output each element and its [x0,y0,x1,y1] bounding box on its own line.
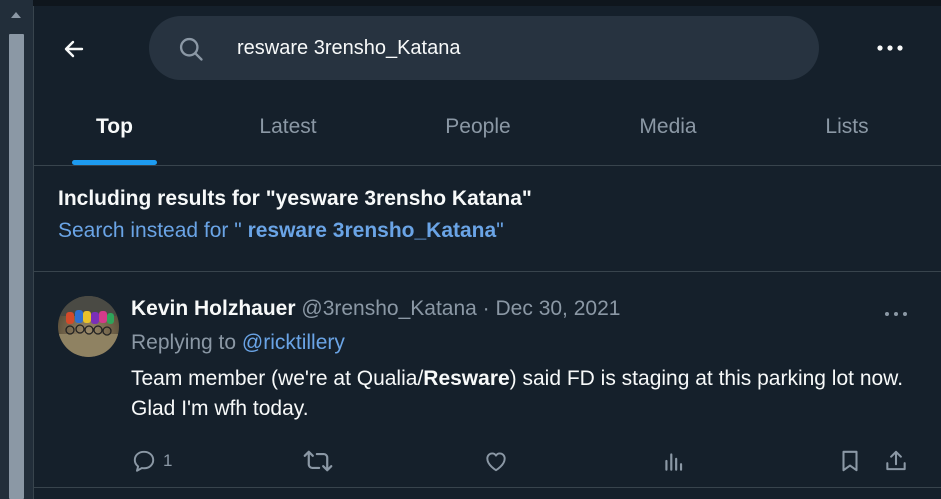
reply-count: 1 [163,451,173,470]
reply-button[interactable]: 1 [131,443,172,479]
active-tab-indicator [72,160,157,165]
scrollbar-thumb[interactable] [9,34,24,499]
tab-lists[interactable]: Lists [761,88,933,166]
tweet-more-button[interactable] [878,301,914,327]
instead-query: resware 3rensho_Katana [247,219,497,242]
bookmark-icon [842,450,858,472]
tab-label: Media [639,115,697,138]
tweet-header: Kevin Holzhauer @3rensho_Katana · Dec 30… [131,297,620,321]
retweet-icon [303,450,333,472]
scroll-up-arrow-icon[interactable] [11,12,21,18]
tweet-divider [34,487,941,488]
tweet-text-part: Team member (we're at Qualia/ [131,367,424,390]
more-horizontal-icon [877,45,903,51]
share-button[interactable] [883,443,909,479]
views-button[interactable] [661,443,687,479]
including-query: "yesware 3rensho Katana" [265,187,532,210]
replying-prefix: Replying to [131,331,242,354]
avatar[interactable] [58,296,119,357]
reply-mention-link[interactable]: @ricktillery [242,331,345,354]
tweet-text-highlight: Resware [423,367,510,390]
share-icon [886,450,906,471]
like-icon [486,452,506,472]
spelling-correction: Including results for "yesware 3rensho K… [34,167,941,272]
tab-people[interactable]: People [381,88,575,166]
tab-label: Lists [825,115,869,138]
tab-top[interactable]: Top [34,88,195,166]
back-button[interactable] [54,29,94,69]
search-instead-link[interactable]: Search instead for " resware 3rensho_Kat… [58,219,504,243]
tab-label: Top [96,115,133,138]
more-horizontal-icon [885,312,907,316]
reply-icon [133,450,155,472]
scrollbar[interactable] [0,0,33,499]
tweet-actions: 1 [131,443,921,479]
instead-suffix: " [496,219,504,242]
tweet-text: Team member (we're at Qualia/Resware) sa… [131,364,911,424]
arrow-left-icon [64,40,84,58]
instead-prefix: Search instead for " [58,219,248,242]
tab-media[interactable]: Media [575,88,761,166]
including-results-text: Including results for "yesware 3rensho K… [58,187,532,211]
tweet[interactable]: Kevin Holzhauer @3rensho_Katana · Dec 30… [34,273,941,499]
search-icon [179,37,203,61]
avatar-image [58,296,119,357]
search-box[interactable] [149,16,819,80]
meta-separator: · [476,297,496,320]
tweet-date[interactable]: Dec 30, 2021 [496,297,621,320]
retweet-button[interactable] [303,443,333,479]
including-prefix: Including results for [58,187,266,210]
tab-label: Latest [259,115,317,138]
author-name[interactable]: Kevin Holzhauer [131,297,296,320]
search-input[interactable] [237,16,797,80]
bookmark-button[interactable] [837,443,863,479]
main-column: Top Latest People Media Lists Including … [33,6,941,499]
tab-label: People [445,115,511,138]
views-icon [665,453,683,471]
like-button[interactable] [483,443,509,479]
author-handle[interactable]: @3rensho_Katana [301,297,476,320]
tab-latest[interactable]: Latest [195,88,381,166]
more-options-button[interactable] [872,30,908,66]
replying-to: Replying to @ricktillery [131,331,345,355]
search-tabs: Top Latest People Media Lists [34,88,941,166]
